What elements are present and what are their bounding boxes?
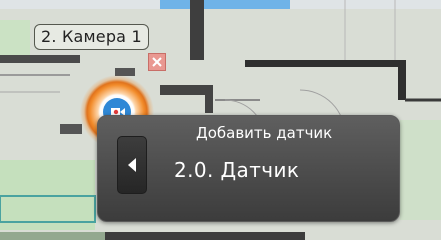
- camera-name-label: 2. Камера 1: [34, 24, 149, 50]
- previous-arrow-button[interactable]: [117, 136, 147, 194]
- add-sensor-popup: Добавить датчик 2.0. Датчик: [97, 115, 400, 222]
- left-arrow-icon: [128, 158, 136, 172]
- sensor-name: 2.0. Датчик: [174, 158, 300, 182]
- close-icon: [152, 57, 162, 67]
- sensor-list-item[interactable]: 2.0. Датчик: [114, 135, 387, 197]
- close-button[interactable]: [148, 53, 166, 71]
- map-view: 2. Камера 1 Добавить датчик 2.0. Датчик: [0, 0, 441, 240]
